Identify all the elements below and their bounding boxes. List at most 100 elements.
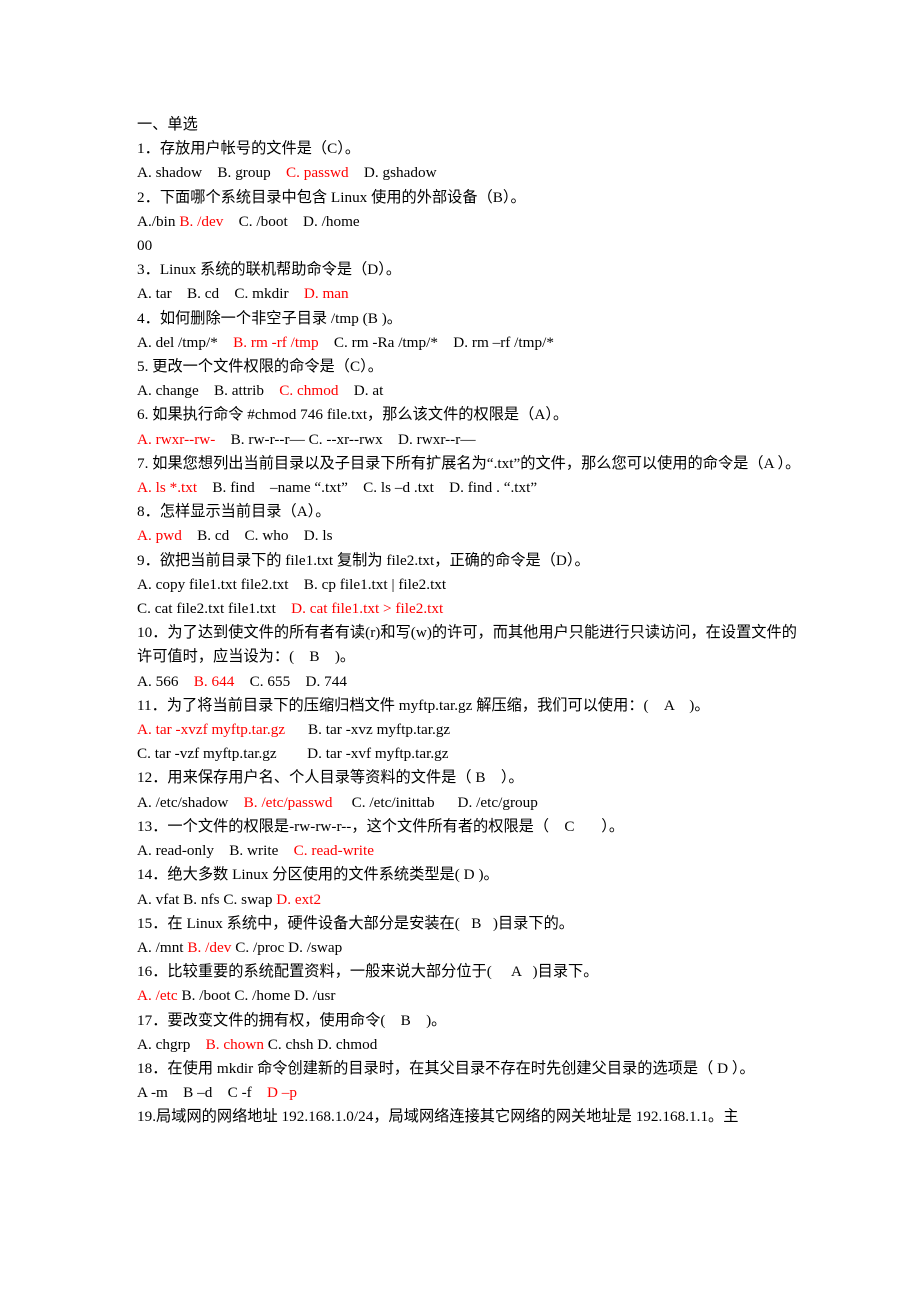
text-run: A. /mnt — [137, 938, 188, 956]
doc-line-q17-stem: 17．要改变文件的拥有权，使用命令( B )。 — [137, 1009, 805, 1033]
text-run: 3．Linux 系统的联机帮助命令是（D）。 — [137, 261, 402, 279]
text-run: A. shadow B. group — [137, 164, 286, 182]
text-run: A. /etc — [137, 987, 178, 1005]
text-run: B. /boot C. /home D. /usr — [177, 987, 336, 1005]
text-run: C. cat file2.txt file1.txt — [137, 600, 292, 618]
text-run: A. rwxr--rw- — [137, 430, 216, 448]
text-run: A. del /tmp/* — [137, 333, 234, 351]
text-run: D. ext2 — [276, 890, 322, 908]
document-body: 一、单选 1．存放用户帐号的文件是（C）。 A. shadow B. group C… — [137, 113, 805, 1130]
doc-line-heading: 一、单选 — [137, 113, 805, 137]
doc-line-q13-stem: 13．一个文件的权限是-rw-rw-r--，这个文件所有者的权限是（ C ）。 — [137, 815, 805, 839]
text-run: C. /boot D. /home — [223, 212, 360, 230]
doc-line-q13-opts: A. read-only B. write C. read-write — [137, 839, 805, 863]
text-run: C. passwd — [286, 164, 349, 182]
text-run: 11．为了将当前目录下的压缩归档文件 myftp.tar.gz 解压缩，我们可以… — [137, 696, 710, 714]
doc-line-stray-00: 00 — [137, 234, 805, 258]
text-run: B. /dev — [179, 212, 224, 230]
text-run: 15．在 Linux 系统中，硬件设备大部分是安装在( B )目录下的。 — [137, 914, 575, 932]
text-run: 10．为了达到使文件的所有者有读(r)和写(w)的许可，而其他用户只能进行只读访… — [137, 624, 797, 666]
text-run: 8．怎样显示当前目录（A）。 — [137, 503, 331, 521]
doc-line-q14-stem: 14．绝大多数 Linux 分区使用的文件系统类型是( D )。 — [137, 863, 805, 887]
text-run: 4．如何删除一个非空子目录 /tmp (B )。 — [137, 309, 402, 327]
doc-line-q7-opts: A. ls *.txt B. find –name “.txt” C. ls –… — [137, 476, 805, 500]
text-run: 14．绝大多数 Linux 分区使用的文件系统类型是( D )。 — [137, 866, 499, 884]
doc-line-q8-stem: 8．怎样显示当前目录（A）。 — [137, 500, 805, 524]
text-run: A. ls *.txt — [137, 479, 198, 497]
text-run: C. /etc/inittab D. /etc/group — [332, 793, 538, 811]
doc-line-q4-opts: A. del /tmp/* B. rm -rf /tmp C. rm -Ra /… — [137, 331, 805, 355]
doc-line-q18-opts: A -m B –d C -f D –p — [137, 1081, 805, 1105]
text-run: B. tar -xvz myftp.tar.gz — [285, 721, 451, 739]
text-run: A -m B –d C -f — [137, 1084, 267, 1102]
doc-line-q16-stem: 16．比较重要的系统配置资料，一般来说大部分位于( A )目录下。 — [137, 960, 805, 984]
text-run: B. rm -rf /tmp — [233, 333, 319, 351]
text-run: B. rw-r--r— C. --xr--rwx D. rwxr--r— — [215, 430, 476, 448]
doc-line-q6-stem: 6. 如果执行命令 #chmod 746 file.txt，那么该文件的权限是（… — [137, 403, 805, 427]
text-run: A. change B. attrib — [137, 382, 280, 400]
doc-line-q3-stem: 3．Linux 系统的联机帮助命令是（D）。 — [137, 258, 805, 282]
text-run: 9．欲把当前目录下的 file1.txt 复制为 file2.txt，正确的命令… — [137, 551, 590, 569]
doc-line-q17-opts: A. chgrp B. chown C. chsh D. chmod — [137, 1033, 805, 1057]
text-run: 13．一个文件的权限是-rw-rw-r--，这个文件所有者的权限是（ C ）。 — [137, 817, 625, 835]
doc-line-q8-opts: A. pwd B. cd C. who D. ls — [137, 524, 805, 548]
text-run: B. find –name “.txt” C. ls –d .txt D. fi… — [197, 479, 538, 497]
text-run: B. /etc/passwd — [243, 793, 333, 811]
text-run: C. tar -vzf myftp.tar.gz D. tar -xvf myf… — [137, 745, 449, 763]
text-run: A. chgrp — [137, 1035, 206, 1053]
text-run: A. copy file1.txt file2.txt B. cp file1.… — [137, 575, 447, 593]
text-run: 19.局域网的网络地址 192.168.1.0/24，局域网络连接其它网络的网关… — [137, 1108, 739, 1126]
doc-line-q10-opts: A. 566 B. 644 C. 655 D. 744 — [137, 670, 805, 694]
text-run: C. 655 D. 744 — [234, 672, 347, 690]
doc-line-q11-optsA: A. tar -xvzf myftp.tar.gz B. tar -xvz my… — [137, 718, 805, 742]
doc-line-q19-stem: 19.局域网的网络地址 192.168.1.0/24，局域网络连接其它网络的网关… — [137, 1105, 805, 1129]
text-run: D. gshadow — [348, 164, 437, 182]
doc-line-q15-opts: A. /mnt B. /dev C. /proc D. /swap — [137, 936, 805, 960]
doc-line-q5-opts: A. change B. attrib C. chmod D. at — [137, 379, 805, 403]
text-run: 一、单选 — [137, 116, 198, 133]
document-page: 一、单选 1．存放用户帐号的文件是（C）。 A. shadow B. group C… — [0, 0, 920, 1302]
doc-line-q15-stem: 15．在 Linux 系统中，硬件设备大部分是安装在( B )目录下的。 — [137, 912, 805, 936]
text-run: 18．在使用 mkdir 命令创建新的目录时，在其父目录不存在时先创建父目录的选… — [137, 1059, 755, 1077]
doc-line-q12-stem: 12．用来保存用户名、个人目录等资料的文件是（ B ）。 — [137, 766, 805, 790]
doc-line-q11-stem: 11．为了将当前目录下的压缩归档文件 myftp.tar.gz 解压缩，我们可以… — [137, 694, 805, 718]
doc-line-q16-opts: A. /etc B. /boot C. /home D. /usr — [137, 984, 805, 1008]
doc-line-q18-stem: 18．在使用 mkdir 命令创建新的目录时，在其父目录不存在时先创建父目录的选… — [137, 1057, 805, 1081]
doc-line-q5-stem: 5. 更改一个文件权限的命令是（C）。 — [137, 355, 805, 379]
doc-line-q2-opts: A./bin B. /dev C. /boot D. /home — [137, 210, 805, 234]
text-run: D. at — [338, 382, 384, 400]
text-run: 16．比较重要的系统配置资料，一般来说大部分位于( A )目录下。 — [137, 963, 599, 981]
doc-line-q1-opts: A. shadow B. group C. passwd D. gshadow — [137, 161, 805, 185]
text-run: B. cd C. who D. ls — [181, 527, 333, 545]
text-run: C. read-write — [293, 842, 375, 860]
text-run: A. read-only B. write — [137, 842, 294, 860]
doc-line-q12-opts: A. /etc/shadow B. /etc/passwd C. /etc/in… — [137, 791, 805, 815]
doc-line-q11-optsB: C. tar -vzf myftp.tar.gz D. tar -xvf myf… — [137, 742, 805, 766]
text-run: D. man — [303, 285, 349, 303]
text-run: 2．下面哪个系统目录中包含 Linux 使用的外部设备（B）。 — [137, 188, 526, 206]
doc-line-q6-opts: A. rwxr--rw- B. rw-r--r— C. --xr--rwx D.… — [137, 428, 805, 452]
doc-line-q14-opts: A. vfat B. nfs C. swap D. ext2 — [137, 888, 805, 912]
doc-line-q9-stem: 9．欲把当前目录下的 file1.txt 复制为 file2.txt，正确的命令… — [137, 549, 805, 573]
text-run: B. chown — [205, 1035, 264, 1053]
doc-line-q3-opts: A. tar B. cd C. mkdir D. man — [137, 282, 805, 306]
text-run: A. tar -xvzf myftp.tar.gz — [137, 721, 286, 739]
text-run: C. /proc D. /swap — [231, 938, 343, 956]
text-run: 7. 如果您想列出当前目录以及子目录下所有扩展名为“.txt”的文件，那么您可以… — [137, 454, 801, 472]
text-run: C. chsh D. chmod — [263, 1035, 378, 1053]
doc-line-q10-stem: 10．为了达到使文件的所有者有读(r)和写(w)的许可，而其他用户只能进行只读访… — [137, 621, 805, 669]
doc-line-q7-stem: 7. 如果您想列出当前目录以及子目录下所有扩展名为“.txt”的文件，那么您可以… — [137, 452, 805, 476]
doc-line-q2-stem: 2．下面哪个系统目录中包含 Linux 使用的外部设备（B）。 — [137, 186, 805, 210]
text-run: 12．用来保存用户名、个人目录等资料的文件是（ B ）。 — [137, 769, 524, 787]
doc-line-q9-optsA: A. copy file1.txt file2.txt B. cp file1.… — [137, 573, 805, 597]
text-run: 17．要改变文件的拥有权，使用命令( B )。 — [137, 1011, 447, 1029]
text-run: D. cat file1.txt > file2.txt — [291, 600, 444, 618]
text-run: A. tar B. cd C. mkdir — [137, 285, 304, 303]
text-run: 6. 如果执行命令 #chmod 746 file.txt，那么该文件的权限是（… — [137, 406, 569, 424]
text-run: A. vfat B. nfs C. swap — [137, 890, 277, 908]
doc-line-q4-stem: 4．如何删除一个非空子目录 /tmp (B )。 — [137, 307, 805, 331]
doc-line-q1-stem: 1．存放用户帐号的文件是（C）。 — [137, 137, 805, 161]
text-run: B. /dev — [187, 938, 232, 956]
text-run: D –p — [267, 1084, 298, 1102]
text-run: A. /etc/shadow — [137, 793, 244, 811]
